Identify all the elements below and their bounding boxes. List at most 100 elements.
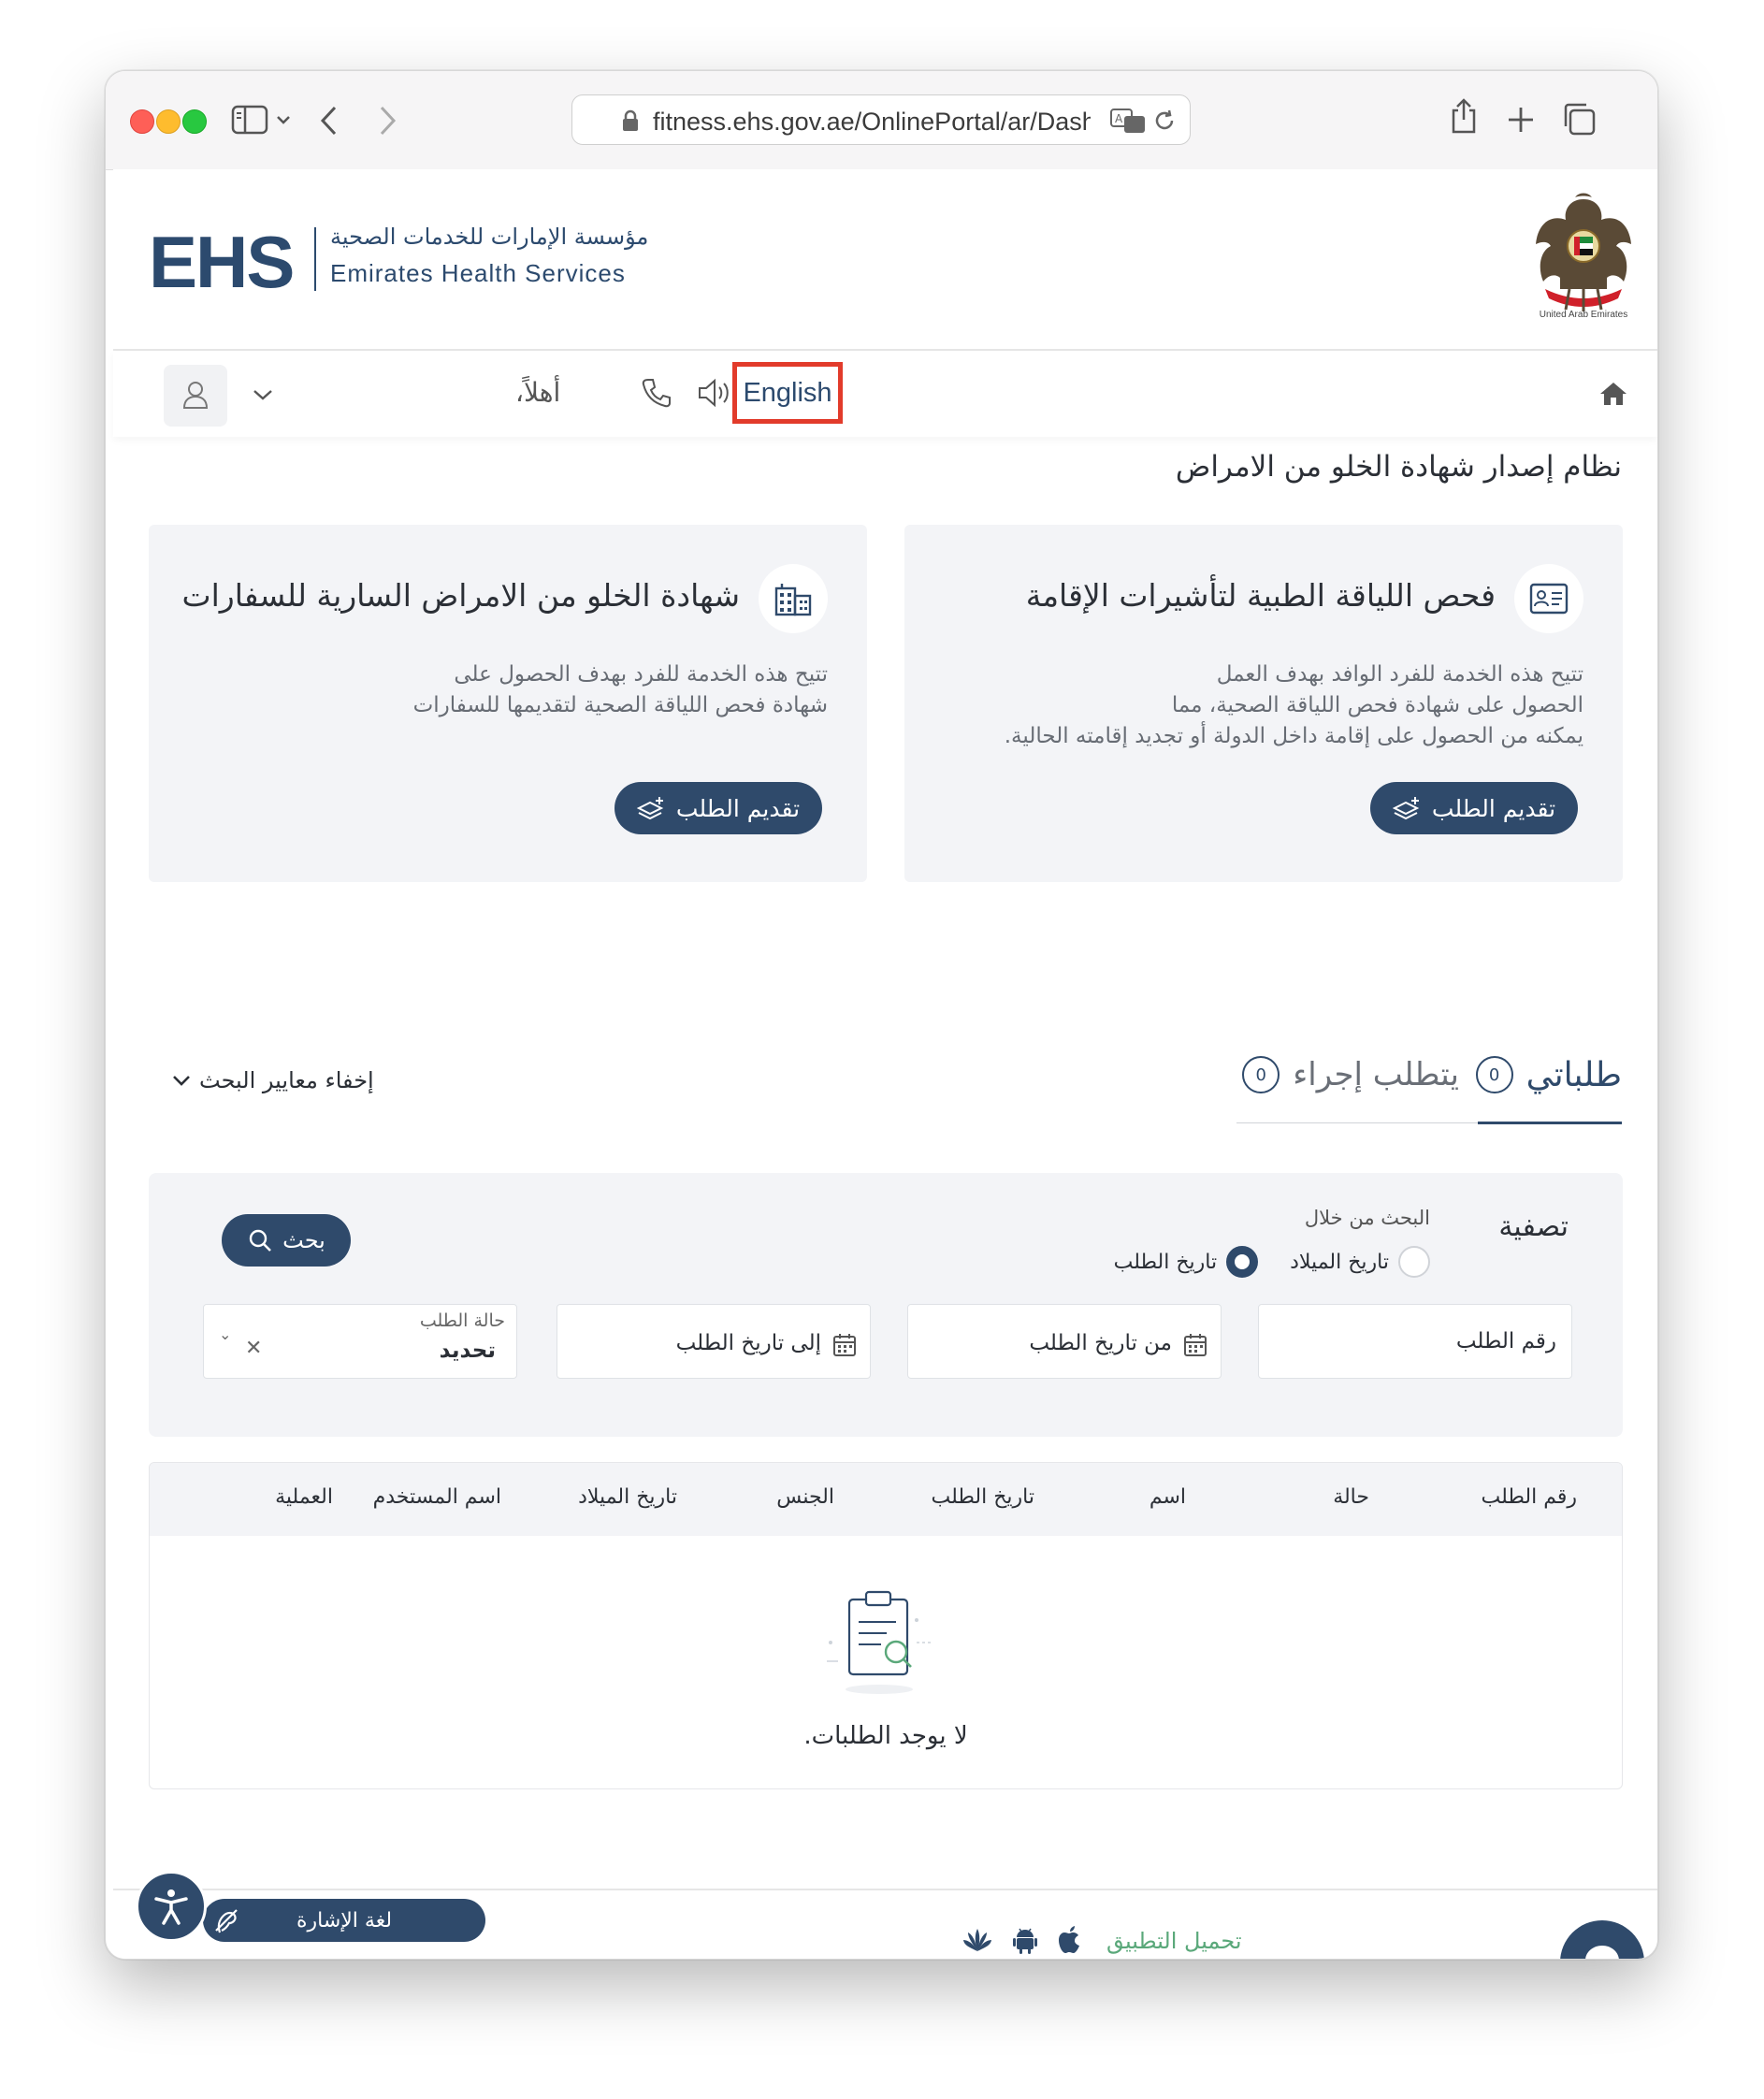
accessibility-button[interactable] [136,1871,207,1942]
chevron-down-icon[interactable]: ⌄ [219,1325,231,1343]
input-placeholder: من تاريخ الطلب [1029,1331,1172,1355]
column-header[interactable]: رقم الطلب [1481,1485,1577,1509]
select-value: تحديد [439,1339,496,1363]
radio-label: تاريخ الطلب [1113,1250,1218,1274]
close-window-button[interactable] [130,109,154,134]
forward-icon[interactable] [377,105,398,137]
table-header: رقم الطلب حالة اسم تاريخ الطلب الجنس تار… [150,1463,1622,1536]
filter-title: تصفية [1498,1210,1569,1243]
search-button-label: بحث [282,1227,325,1253]
user-icon [182,382,209,409]
chevron-down-icon[interactable] [252,388,274,401]
card-title: شهادة الخلو من الامراض السارية للسفارات [181,577,740,614]
share-icon[interactable] [1449,97,1479,135]
speaker-icon[interactable] [697,377,732,409]
radio-dob[interactable]: تاريخ الميلاد [1290,1246,1430,1278]
address-bar[interactable]: fitness.ehs.gov.ae/OnlinePortal/ar/Dash … [571,94,1191,145]
huawei-icon[interactable] [962,1927,992,1953]
radio-circle [1226,1246,1259,1278]
tab-label: طلباتي [1525,1055,1622,1094]
layers-plus-icon [1392,797,1420,820]
top-nav: أهلاً، English [113,351,1657,437]
chat-bubble-icon [1585,1946,1619,1959]
zoom-window-button[interactable] [182,109,207,134]
card-description: تتيح هذه الخدمة للفرد بهدف الحصول على شه… [229,659,828,721]
greeting-text: أهلاً، [515,377,561,408]
sidebar-icon[interactable] [231,105,268,135]
lock-icon [623,109,638,131]
card-icon-wrap [1514,564,1583,633]
app-store-links [962,1926,1082,1954]
submit-request-button[interactable]: تقديم الطلب [615,782,822,834]
column-header[interactable]: حالة [1333,1485,1369,1509]
ehs-logo[interactable]: EHS [149,225,295,298]
sign-language-button[interactable]: لغة الإشارة [203,1899,485,1942]
translate-icon[interactable]: A [1109,107,1147,135]
tab-underline [1236,1122,1478,1123]
column-header[interactable]: الجنس [776,1485,834,1509]
input-placeholder: إلى تاريخ الطلب [675,1331,821,1355]
search-button[interactable]: بحث [222,1214,351,1267]
to-date-input[interactable]: إلى تاريخ الطلب [557,1304,871,1379]
search-icon [249,1229,272,1252]
buildings-icon [774,584,812,616]
sign-language-label: لغة الإشارة [296,1908,393,1933]
tab-count-badge: 0 [1475,1056,1513,1093]
requests-table: رقم الطلب حالة اسم تاريخ الطلب الجنس تار… [149,1462,1623,1789]
request-number-input[interactable]: رقم الطلب [1258,1304,1572,1379]
page-title: نظام إصدار شهادة الخلو من الامراض [1175,450,1622,484]
column-header[interactable]: تاريخ الميلاد [578,1485,677,1509]
card-description-line: شهادة فحص اللياقة الصحية لتقديمها للسفار… [412,693,828,717]
card-title: فحص اللياقة الطبية لتأشيرات الإقامة [1025,577,1496,614]
filter-panel: تصفية البحث من خلال تاريخ الميلاد تاريخ … [149,1173,1623,1437]
minimize-window-button[interactable] [156,109,181,134]
chevron-down-icon[interactable] [276,114,291,125]
download-app-label: تحميل التطبيق [1106,1928,1242,1954]
browser-toolbar: fitness.ehs.gov.ae/OnlinePortal/ar/Dash … [106,71,1657,170]
submit-request-button[interactable]: تقديم الطلب [1370,782,1578,834]
language-toggle-button[interactable]: English [732,362,843,424]
card-description-line: الحصول على شهادة فحص اللياقة الصحية، مما [1171,693,1583,717]
radio-label: تاريخ الميلاد [1290,1250,1389,1274]
requests-tabs: طلباتي 0 يتطلب إجراء 0 [1235,1047,1622,1103]
service-card-embassy: شهادة الخلو من الامراض السارية للسفارات … [149,525,867,882]
user-avatar-button[interactable] [164,365,227,427]
empty-clipboard-icon [827,1590,933,1694]
uae-emblem-icon [1536,193,1631,311]
radio-request-date[interactable]: تاريخ الطلب [1114,1246,1259,1278]
service-card-fitness: فحص اللياقة الطبية لتأشيرات الإقامة تتيح… [904,525,1623,882]
new-tab-icon[interactable] [1506,105,1536,135]
calendar-icon [833,1334,856,1356]
chat-button[interactable] [1560,1920,1644,1959]
phone-icon[interactable] [641,377,672,409]
android-icon[interactable] [1013,1926,1037,1954]
home-icon[interactable] [1598,381,1628,407]
column-header[interactable]: العملية [275,1485,333,1509]
empty-state-text: لا يوجد الطلبات. [803,1722,968,1750]
button-label: تقديم الطلب [675,794,801,822]
button-label: تقديم الطلب [1431,794,1556,822]
tab-my-requests[interactable]: طلباتي 0 [1475,1047,1622,1103]
hide-filters-toggle[interactable]: إخفاء معايير البحث [171,1067,374,1093]
apple-icon[interactable] [1058,1926,1082,1954]
emblem-caption: United Arab Emirates [1539,310,1628,320]
tab-label: يتطلب إجراء [1293,1056,1459,1093]
card-description: تتيح هذه الخدمة للفرد الوافد بهدف العمل … [985,659,1583,752]
reload-icon[interactable] [1152,109,1177,133]
column-header[interactable]: اسم المستخدم [373,1485,501,1509]
url-text: fitness.ehs.gov.ae/OnlinePortal/ar/Dash [653,108,1091,136]
site-header: EHS مؤسسة الإمارات للخدمات الصحية Emirat… [113,169,1657,351]
accessibility-icon [154,1889,188,1925]
column-header[interactable]: اسم [1149,1485,1186,1509]
request-status-select[interactable]: حالة الطلب تحديد ✕ ⌄ [203,1304,517,1379]
card-description-line: تتيح هذه الخدمة للفرد بهدف الحصول على [454,662,828,687]
back-icon[interactable] [319,105,340,137]
tabs-overview-icon[interactable] [1561,101,1597,137]
tab-count-badge: 0 [1242,1056,1280,1093]
radio-circle [1398,1246,1430,1278]
column-header[interactable]: تاريخ الطلب [931,1485,1034,1509]
from-date-input[interactable]: من تاريخ الطلب [907,1304,1222,1379]
select-label: حالة الطلب [419,1310,505,1331]
clear-icon[interactable]: ✕ [245,1337,262,1360]
tab-action-required[interactable]: يتطلب إجراء 0 [1242,1047,1459,1103]
